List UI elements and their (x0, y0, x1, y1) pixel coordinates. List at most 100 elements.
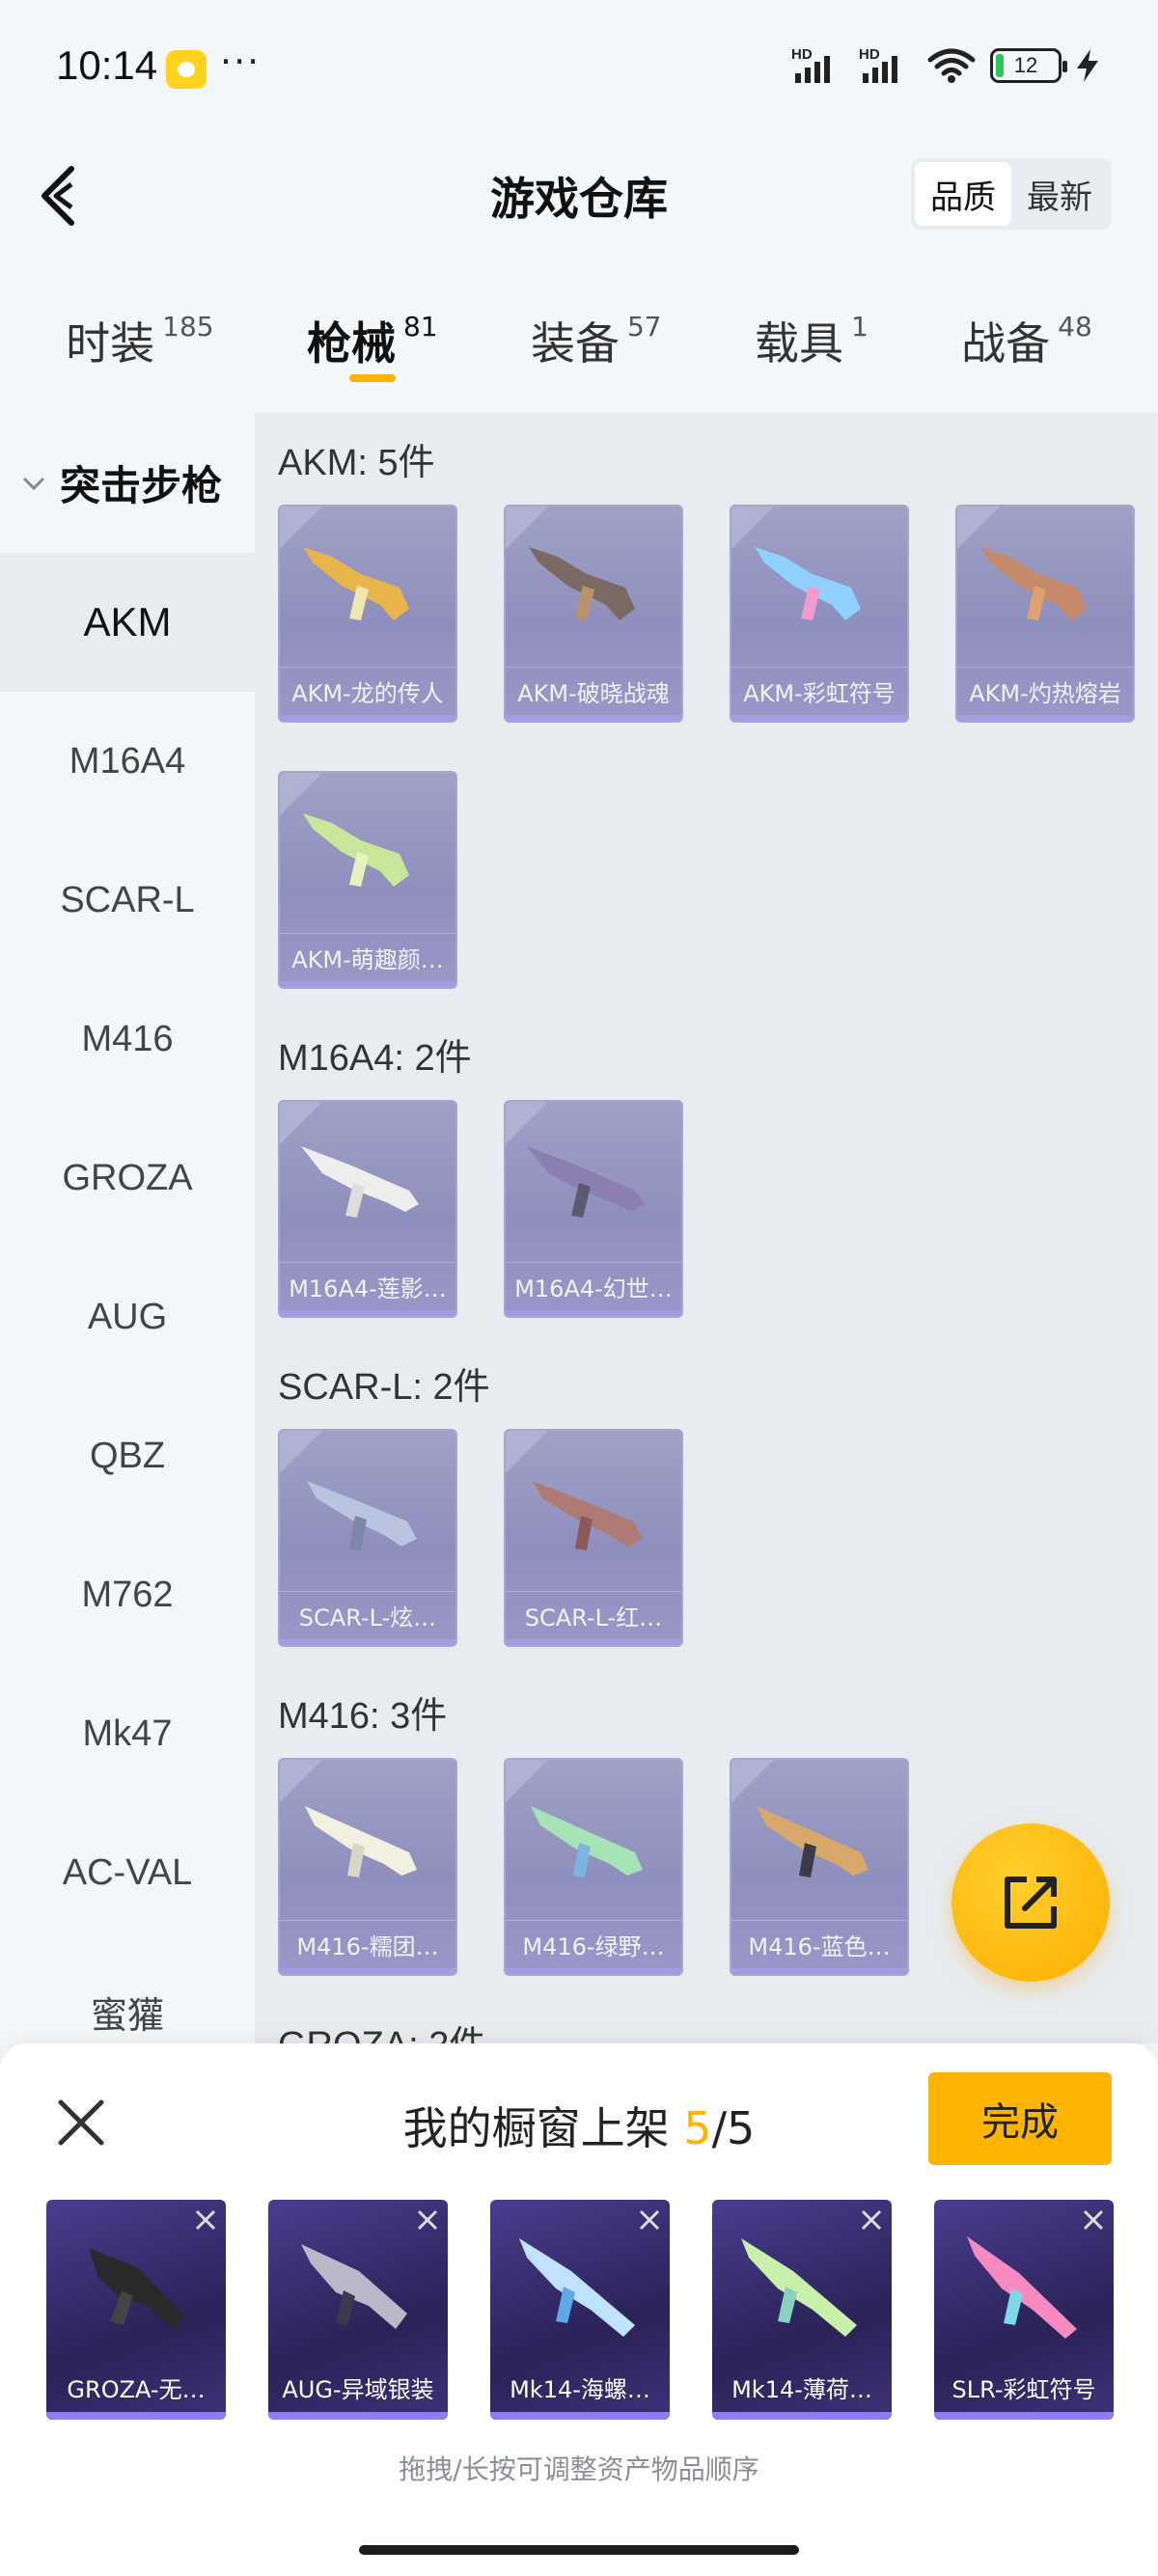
sidebar-item-m16a4[interactable]: M16A4 (0, 692, 255, 831)
weapon-card[interactable]: M416-蓝色… (730, 1758, 909, 1976)
sheet-title-label: 我的橱窗上架 (402, 2102, 684, 2154)
weapon-card-name: AKM-灼热熔岩 (957, 667, 1133, 715)
cellular-signal-icon-2: HD (859, 46, 913, 85)
group-title: SCAR-L: 2件 (278, 1367, 490, 1408)
weapon-card-name: M416-绿野… (506, 1920, 681, 1968)
weapon-card[interactable]: AKM-萌趣颜… (278, 771, 457, 989)
done-button[interactable]: 完成 (928, 2072, 1112, 2165)
rifle-icon (301, 1146, 419, 1218)
weapon-card[interactable]: M416-糯团… (278, 1758, 457, 1976)
share-button[interactable] (951, 1823, 1110, 1982)
reorder-hint: 拖拽/长按可调整资产物品顺序 (399, 2453, 759, 2485)
tab-label: 载具 (754, 317, 843, 370)
cellular-signal-icon: HD (791, 46, 845, 85)
weapon-card[interactable]: M16A4-幻世… (504, 1100, 683, 1318)
weapon-group-m16a4: M16A4: 2件 M16A4-莲影… M16A4-幻世… (255, 1008, 1158, 1366)
weapon-card-name: M16A4-莲影… (280, 1262, 455, 1310)
tab-gear[interactable]: 战备 48 (961, 289, 1092, 386)
tab-label: 枪械 (306, 317, 396, 370)
sidebar-item-mk47[interactable]: Mk47 (0, 1664, 255, 1803)
rifle-icon (533, 1481, 643, 1550)
tab-count: 1 (850, 311, 868, 343)
tab-vehicles[interactable]: 载具 1 (755, 289, 868, 386)
sidebar-item-honey-badger[interactable]: 蜜獾 (0, 1942, 255, 2043)
sidebar-item-m762[interactable]: M762 (0, 1525, 255, 1664)
rifle-icon (757, 1806, 868, 1877)
rifle-icon (307, 1481, 417, 1550)
weapon-card[interactable]: SCAR-L-炫… (278, 1429, 457, 1647)
showcase-shelf: GROZA-无… AUG-异域银装 Mk14-海螺… Mk14-薄荷… SLR-… (46, 2200, 1114, 2420)
sidebar-item-aug[interactable]: AUG (0, 1247, 255, 1386)
weapon-card[interactable]: M16A4-莲影… (278, 1100, 457, 1318)
weapon-group-akm: AKM: 5件 AKM-龙的传人 AKM-破晓战魂 AKM-彩虹符号 AKM-灼… (255, 413, 1158, 1037)
showcase-item[interactable]: Mk14-海螺… (490, 2200, 670, 2420)
rifle-icon (305, 1806, 417, 1877)
status-time: 10:14 (56, 42, 158, 88)
weapon-card-name: AKM-彩虹符号 (731, 667, 907, 715)
weapon-card-name: M16A4-幻世… (506, 1262, 681, 1310)
sidebar-category-label: 突击步枪 (60, 462, 223, 509)
app-notification-icon (166, 50, 207, 89)
showcase-sheet: 我的橱窗上架 5/5 完成 GROZA-无… AUG-异域银装 Mk14-海螺…… (0, 2043, 1158, 2576)
status-bar: 10:14 ··· HD HD 12 (0, 0, 1158, 135)
sort-toggle[interactable]: 品质 最新 (911, 158, 1112, 230)
weapon-card[interactable]: AKM-彩虹符号 (730, 505, 909, 723)
sidebar-item-akm[interactable]: AKM (0, 553, 255, 692)
weapon-card-name: SCAR-L-红… (506, 1591, 681, 1639)
tab-fashion[interactable]: 时装 185 (66, 289, 213, 386)
showcase-item-name: Mk14-薄荷… (731, 2375, 872, 2403)
sidebar-item-ac-val[interactable]: AC-VAL (0, 1803, 255, 1942)
battery-level: 12 (1013, 53, 1038, 77)
weapon-card[interactable]: M416-绿野… (504, 1758, 683, 1976)
showcase-item[interactable]: GROZA-无… (46, 2200, 226, 2420)
weapon-group-scar-l: SCAR-L: 2件 SCAR-L-炫… SCAR-L-红… (255, 1337, 1158, 1695)
sidebar-item-qbz[interactable]: QBZ (0, 1386, 255, 1525)
rifle-icon (531, 1806, 643, 1877)
chevron-down-icon (22, 477, 45, 490)
group-title: AKM: 5件 (278, 443, 435, 483)
showcase-item[interactable]: SLR-彩虹符号 (934, 2200, 1114, 2420)
home-indicator[interactable] (359, 2545, 799, 2555)
sidebar-item-groza[interactable]: GROZA (0, 1109, 255, 1247)
weapon-card[interactable]: AKM-破晓战魂 (504, 505, 683, 723)
showcase-count: 5 (683, 2102, 712, 2154)
tab-equipment[interactable]: 装备 57 (531, 289, 662, 386)
weapon-card-name: AKM-萌趣颜… (280, 933, 455, 981)
showcase-item[interactable]: AUG-异域银装 (268, 2200, 448, 2420)
tab-count: 81 (402, 311, 438, 343)
tab-firearms[interactable]: 枪械 81 (307, 289, 438, 386)
weapon-card[interactable]: AKM-龙的传人 (278, 505, 457, 723)
rifle-icon (967, 2236, 1077, 2339)
sidebar-category-assault-rifles[interactable]: 突击步枪 (0, 413, 255, 553)
status-icons: HD HD 12 (791, 46, 1100, 85)
rifle-icon (741, 2238, 857, 2337)
weapon-card[interactable]: AKM-灼热熔岩 (955, 505, 1135, 723)
showcase-item-name: Mk14-海螺… (510, 2375, 650, 2403)
rifle-icon (303, 547, 409, 620)
tab-count: 57 (626, 311, 662, 343)
group-title: GROZA: 2件 (278, 1995, 1158, 2043)
tab-count: 185 (162, 311, 214, 343)
sort-quality-option[interactable]: 品质 (915, 162, 1011, 226)
rifle-icon (527, 1146, 645, 1218)
sidebar-item-m416[interactable]: M416 (0, 970, 255, 1109)
weapon-card-name: AKM-破晓战魂 (506, 667, 681, 715)
share-icon (1005, 1877, 1057, 1929)
weapon-card[interactable]: SCAR-L-红… (504, 1429, 683, 1647)
rifle-icon (529, 547, 635, 620)
sidebar-item-scar-l[interactable]: SCAR-L (0, 831, 255, 970)
weapon-card-name: SCAR-L-炫… (280, 1591, 455, 1639)
showcase-item-name: AUG-异域银装 (282, 2375, 434, 2403)
tab-label: 装备 (530, 317, 620, 370)
rifle-icon (980, 547, 1087, 620)
rifle-icon (519, 2238, 635, 2337)
showcase-item-name: SLR-彩虹符号 (951, 2375, 1096, 2403)
showcase-item[interactable]: Mk14-薄荷… (712, 2200, 892, 2420)
rifle-icon (89, 2248, 185, 2329)
tab-active-indicator (348, 374, 396, 382)
charging-icon (1077, 49, 1098, 82)
showcase-item-name: GROZA-无… (67, 2375, 206, 2403)
sort-newest-option[interactable]: 最新 (1011, 162, 1108, 226)
weapon-list: AKM: 5件 AKM-龙的传人 AKM-破晓战魂 AKM-彩虹符号 AKM-灼… (255, 413, 1158, 2043)
rifle-icon (755, 547, 861, 620)
